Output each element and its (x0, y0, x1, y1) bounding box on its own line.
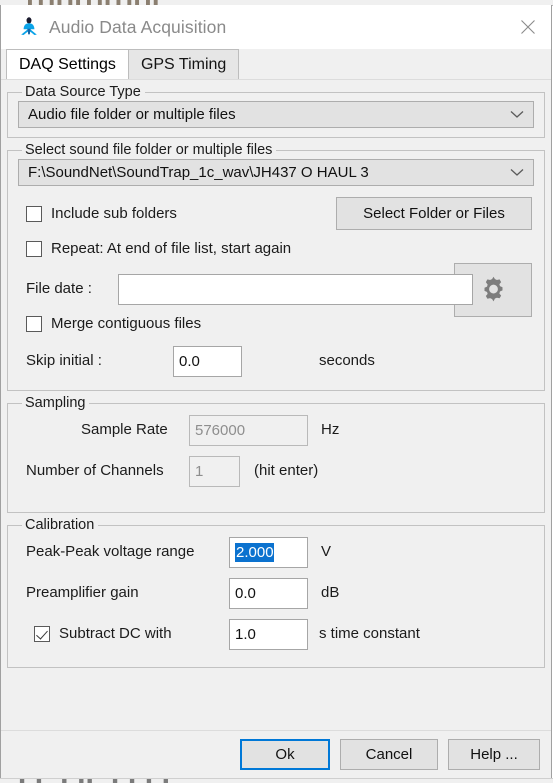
checkbox-box (26, 315, 42, 332)
background-ghost-text-bottom: ▖▘▖▘▘▖▘▖▖▘▘▖▘▖▘▖▘▖▘ (20, 779, 181, 783)
subtract-dc-units: s time constant (319, 625, 420, 642)
preamplifier-gain-input[interactable] (229, 578, 308, 609)
data-source-type-value: Audio file folder or multiple files (28, 106, 236, 123)
tab-daq-settings[interactable]: DAQ Settings (6, 49, 129, 79)
number-of-channels-value: 1 (195, 463, 204, 480)
calibration-legend: Calibration (25, 517, 95, 533)
background-app-bottom-sliver: ▖▘▖▘▘▖▘▖▖▘▘▖▘▖▘▖▘▖▘ (0, 778, 553, 783)
number-of-channels-input[interactable]: 1 (189, 456, 240, 487)
subtract-dc-checkbox[interactable]: Subtract DC with (34, 625, 172, 642)
chevron-down-icon (510, 164, 524, 181)
title-bar: Audio Data Acquisition (1, 5, 551, 49)
preamplifier-gain-units: dB (321, 584, 340, 601)
sound-file-path-combo[interactable]: F:\SoundNet\SoundTrap_1c_wav\JH437 O HAU… (18, 159, 534, 186)
ok-button-label: Ok (275, 746, 295, 763)
audio-data-acquisition-dialog: Audio Data Acquisition DAQ Settings GPS … (0, 5, 552, 779)
calibration-group: Calibration Peak-Peak voltage range 2.00… (7, 517, 545, 668)
number-of-channels-label: Number of Channels (26, 462, 164, 479)
sampling-group: Sampling Sample Rate 576000 Hz Number of… (7, 395, 545, 513)
tab-daq-settings-label: DAQ Settings (19, 55, 116, 73)
select-sound-file-legend: Select sound file folder or multiple fil… (25, 142, 273, 158)
preamplifier-gain-label: Preamplifier gain (26, 584, 139, 601)
sound-file-path-value: F:\SoundNet\SoundTrap_1c_wav\JH437 O HAU… (28, 164, 369, 181)
help-button-label: Help ... (470, 746, 518, 763)
checkbox-box (34, 625, 50, 642)
cancel-button[interactable]: Cancel (340, 739, 438, 770)
window-title: Audio Data Acquisition (49, 16, 227, 37)
peak-peak-voltage-input[interactable]: 2.000 (229, 537, 308, 568)
select-folder-or-files-button[interactable]: Select Folder or Files (336, 197, 532, 230)
sample-rate-units: Hz (321, 421, 340, 438)
data-source-type-legend: Data Source Type (25, 84, 141, 100)
skip-initial-label: Skip initial : (26, 352, 102, 369)
help-button[interactable]: Help ... (448, 739, 540, 770)
sample-rate-label: Sample Rate (81, 421, 168, 438)
tab-gps-timing-label: GPS Timing (140, 55, 227, 73)
gear-icon (480, 275, 507, 306)
cancel-button-label: Cancel (365, 746, 413, 763)
include-sub-folders-checkbox[interactable]: Include sub folders (26, 205, 177, 222)
dialog-footer: Ok Cancel Help ... (1, 730, 551, 778)
include-sub-folders-label: Include sub folders (51, 205, 177, 222)
skip-initial-units: seconds (319, 352, 375, 369)
close-icon[interactable] (505, 5, 551, 49)
file-date-input[interactable] (118, 274, 473, 305)
chevron-down-icon (510, 106, 524, 123)
data-source-type-group: Data Source Type Audio file folder or mu… (7, 84, 545, 138)
select-sound-file-group: Select sound file folder or multiple fil… (7, 142, 545, 391)
subtract-dc-label: Subtract DC with (59, 625, 172, 642)
select-folder-or-files-label: Select Folder or Files (363, 205, 505, 222)
checkbox-box (26, 240, 42, 257)
duke-figure-icon (18, 16, 40, 38)
sample-rate-value: 576000 (195, 422, 246, 439)
number-of-channels-hint: (hit enter) (254, 462, 319, 479)
daq-settings-panel: Data Source Type Audio file folder or mu… (1, 79, 551, 778)
peak-peak-voltage-units: V (321, 543, 332, 560)
sample-rate-input[interactable]: 576000 (189, 415, 308, 446)
data-source-type-combo[interactable]: Audio file folder or multiple files (18, 101, 534, 128)
subtract-dc-input[interactable] (229, 619, 308, 650)
sampling-legend: Sampling (25, 395, 86, 411)
tab-strip: DAQ Settings GPS Timing (1, 49, 551, 79)
tab-gps-timing[interactable]: GPS Timing (127, 49, 240, 79)
ok-button[interactable]: Ok (240, 739, 330, 770)
peak-peak-voltage-label: Peak-Peak voltage range (26, 543, 195, 560)
peak-peak-voltage-value: 2.000 (235, 543, 274, 562)
repeat-checkbox[interactable]: Repeat: At end of file list, start again (26, 240, 534, 257)
skip-initial-input[interactable] (173, 346, 242, 377)
repeat-label: Repeat: At end of file list, start again (51, 240, 292, 257)
file-date-label: File date : (26, 280, 92, 297)
checkbox-box (26, 205, 42, 222)
